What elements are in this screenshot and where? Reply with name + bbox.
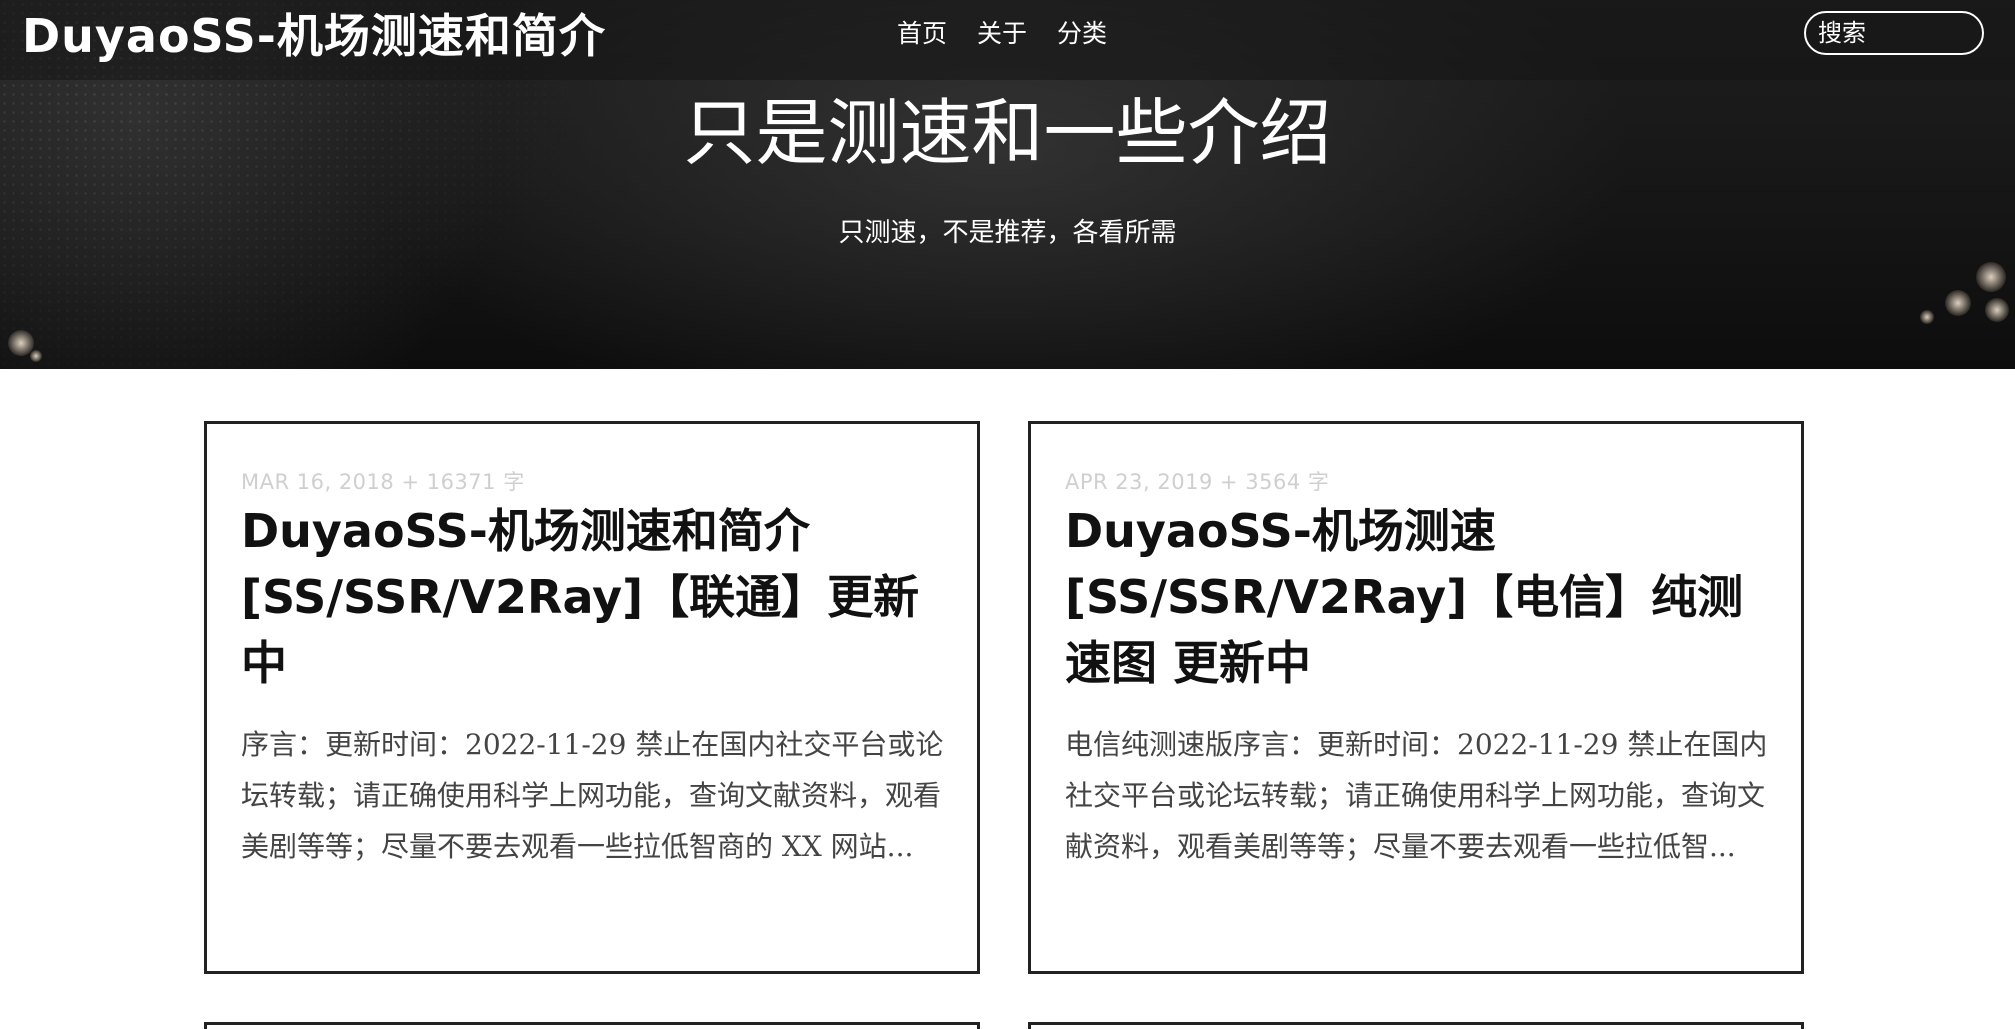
post-card-partial[interactable]: [204, 1022, 980, 1029]
hero-banner: DuyaoSS-机场测速和简介 首页 关于 分类 只是测速和一些介绍 只测速，不…: [0, 0, 2015, 369]
bokeh-light: [1976, 262, 2006, 292]
post-excerpt: 电信纯测速版序言：更新时间：2022-11-29 禁止在国内社交平台或论坛转载；…: [1065, 728, 1768, 863]
post-card[interactable]: APR 23, 2019 + 3564 字 DuyaoSS-机场测速[SS/SS…: [1028, 421, 1804, 974]
hero-subtitle: 只测速，不是推荐，各看所需: [838, 218, 1177, 248]
bokeh-light: [1985, 298, 2009, 322]
site-brand-link[interactable]: DuyaoSS-机场测速和简介: [22, 8, 606, 64]
post-title-link[interactable]: DuyaoSS-机场测速[SS/SSR/V2Ray]【电信】纯测速图 更新中: [1065, 498, 1773, 696]
post-card[interactable]: MAR 16, 2018 + 16371 字 DuyaoSS-机场测速和简介[S…: [204, 421, 980, 974]
nav-link-home[interactable]: 首页: [897, 16, 947, 52]
navbar: DuyaoSS-机场测速和简介 首页 关于 分类: [0, 0, 2015, 80]
page: DuyaoSS-机场测速和简介 首页 关于 分类 只是测速和一些介绍 只测速，不…: [0, 0, 2015, 1029]
bokeh-light: [30, 350, 42, 362]
post-meta: MAR 16, 2018 + 16371 字: [241, 470, 525, 494]
post-title-link[interactable]: DuyaoSS-机场测速和简介[SS/SSR/V2Ray]【联通】更新中: [241, 498, 949, 696]
search-input[interactable]: [1804, 11, 1984, 55]
post-card-partial[interactable]: [1028, 1022, 1804, 1029]
post-meta: APR 23, 2019 + 3564 字: [1065, 470, 1330, 494]
nav-link-categories[interactable]: 分类: [1057, 16, 1107, 52]
post-excerpt: 序言：更新时间：2022-11-29 禁止在国内社交平台或论坛转载；请正确使用科…: [241, 728, 944, 863]
bokeh-light: [1920, 310, 1934, 324]
nav-links: 首页 关于 分类: [897, 16, 1107, 52]
bokeh-light: [1945, 290, 1971, 316]
nav-link-about[interactable]: 关于: [977, 16, 1027, 52]
hero-title: 只是测速和一些介绍: [683, 91, 1332, 175]
